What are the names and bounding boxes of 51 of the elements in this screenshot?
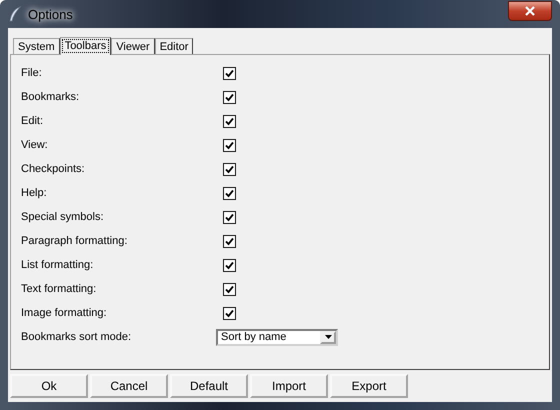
tab[interactable]: Editor xyxy=(154,38,194,54)
option-label: Special symbols: xyxy=(21,211,105,223)
option-label: Image formatting: xyxy=(21,307,108,319)
checkmark-icon xyxy=(225,116,234,126)
checkmark-icon xyxy=(225,236,234,246)
option-label: Edit: xyxy=(21,115,44,127)
close-button[interactable] xyxy=(508,1,552,21)
tab[interactable]: Viewer xyxy=(111,38,155,54)
checkbox[interactable] xyxy=(223,66,236,80)
checkbox[interactable] xyxy=(223,186,236,200)
option-label: Paragraph formatting: xyxy=(21,235,128,247)
checkbox[interactable] xyxy=(223,282,236,296)
checkbox[interactable] xyxy=(223,138,236,152)
checkmark-icon xyxy=(225,260,234,270)
dialog-button[interactable]: Import xyxy=(250,374,328,398)
checkmark-icon xyxy=(225,140,234,150)
window-title: Options xyxy=(28,6,73,22)
option-label: File: xyxy=(21,67,43,79)
option-label: Checkpoints: xyxy=(21,163,86,175)
dialog-button[interactable]: Ok xyxy=(10,374,88,398)
checkmark-icon xyxy=(225,212,234,222)
checkbox[interactable] xyxy=(223,258,236,272)
checkmark-icon xyxy=(225,68,234,78)
option-label: Bookmarks sort mode: xyxy=(21,331,132,343)
checkbox[interactable] xyxy=(223,114,236,128)
checkmark-icon xyxy=(225,92,234,102)
caret-icon xyxy=(324,335,332,339)
checkmark-icon xyxy=(225,164,234,174)
checkbox[interactable] xyxy=(223,162,236,176)
checkbox[interactable] xyxy=(223,90,236,104)
checkbox[interactable] xyxy=(223,210,236,224)
option-label: Help: xyxy=(21,187,48,199)
checkbox[interactable] xyxy=(223,306,236,320)
feather-icon xyxy=(8,6,22,22)
dropdown-button[interactable] xyxy=(320,330,336,344)
dialog-button[interactable]: Cancel xyxy=(90,374,168,398)
tab[interactable]: System xyxy=(13,38,60,54)
tab[interactable]: Toolbars xyxy=(60,37,112,55)
close-icon xyxy=(525,6,535,16)
option-label: View: xyxy=(21,139,49,151)
checkmark-icon xyxy=(225,308,234,318)
dropdown-value: Sort by name xyxy=(220,331,288,343)
checkmark-icon xyxy=(225,284,234,294)
dialog-button[interactable]: Export xyxy=(330,374,408,398)
checkbox[interactable] xyxy=(223,234,236,248)
sort-mode-dropdown[interactable]: Sort by name xyxy=(216,328,338,346)
dialog-button[interactable]: Default xyxy=(170,374,248,398)
option-label: List formatting: xyxy=(21,259,94,271)
checkmark-icon xyxy=(225,188,234,198)
option-label: Text formatting: xyxy=(21,283,98,295)
option-label: Bookmarks: xyxy=(21,91,80,103)
